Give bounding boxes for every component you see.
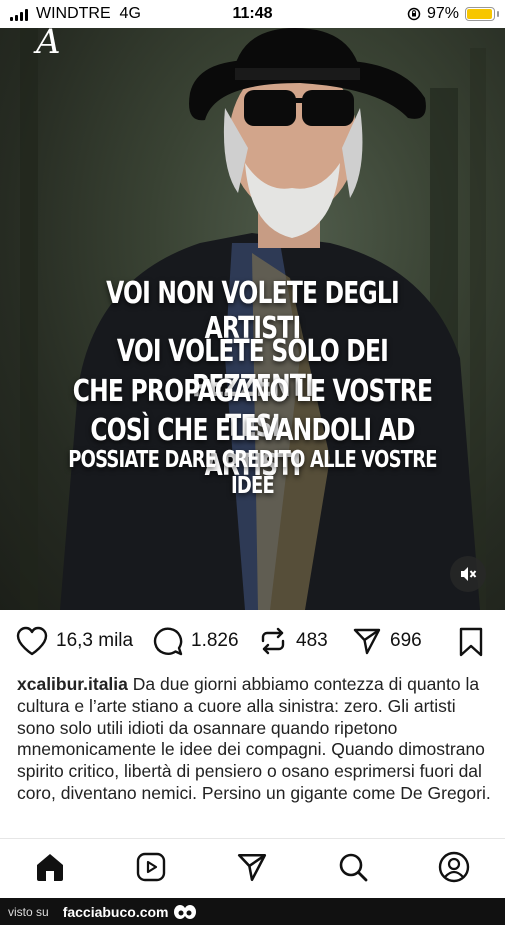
profile-icon: [438, 851, 470, 883]
watermark-prefix: visto su: [8, 904, 49, 919]
comment-icon: [153, 627, 183, 656]
speaker-muted-icon: [461, 567, 477, 581]
caption-username[interactable]: xcalibur.italia: [17, 674, 128, 694]
heart-icon: [16, 626, 48, 656]
publisher-logo: A: [36, 28, 61, 62]
nav-home[interactable]: [30, 849, 70, 885]
bookmark-icon: [459, 627, 483, 657]
share-count: 696: [390, 630, 422, 651]
eyes-logo-icon: [173, 904, 196, 919]
nav-messages[interactable]: [232, 849, 272, 885]
mute-button[interactable]: [450, 556, 486, 592]
watermark-site: facciabuco.com: [62, 903, 169, 920]
battery-fill: [467, 9, 493, 19]
orientation-lock-icon: [407, 7, 421, 21]
post-video[interactable]: A VOI NON VOLETE DEGLI ARTISTI VOI VOLET…: [0, 28, 505, 610]
signal-icon: [10, 9, 28, 21]
bottom-nav: [0, 838, 505, 898]
repost-icon: [261, 627, 285, 655]
post-actions: 16,3 mila 1.826 483 696: [0, 610, 505, 672]
status-right: 97%: [407, 5, 499, 23]
nav-reels[interactable]: [131, 849, 171, 885]
like-button[interactable]: 16,3 mila: [16, 626, 133, 656]
quote-line-5: POSSIATE DARE CREDITO ALLE VOSTRE IDEE: [68, 447, 437, 499]
reels-icon: [136, 852, 166, 882]
battery-percent: 97%: [426, 5, 459, 22]
comment-button[interactable]: 1.826: [153, 626, 239, 656]
watermark-bar: visto su facciabuco.com: [0, 898, 505, 925]
repost-count: 483: [296, 630, 328, 651]
comment-count: 1.826: [191, 630, 239, 651]
post-caption: xcalibur.italia Da due giorni abbiamo co…: [17, 674, 492, 805]
network-type: 4G: [119, 5, 141, 22]
battery-icon: [465, 7, 499, 21]
repost-button[interactable]: 483: [258, 626, 328, 656]
search-icon: [339, 853, 368, 882]
nav-search[interactable]: [333, 849, 373, 885]
send-icon: [353, 628, 381, 655]
like-count: 16,3 mila: [56, 630, 134, 651]
share-button[interactable]: 696: [352, 626, 422, 656]
carrier-label: WINDTRE 4G: [36, 5, 141, 23]
home-icon: [37, 854, 63, 881]
status-bar: WINDTRE 4G 11:48 97%: [0, 0, 505, 28]
carrier-name: WINDTRE: [36, 5, 111, 22]
save-button[interactable]: [458, 627, 484, 662]
send-icon: [237, 853, 267, 882]
nav-profile[interactable]: [434, 849, 474, 885]
